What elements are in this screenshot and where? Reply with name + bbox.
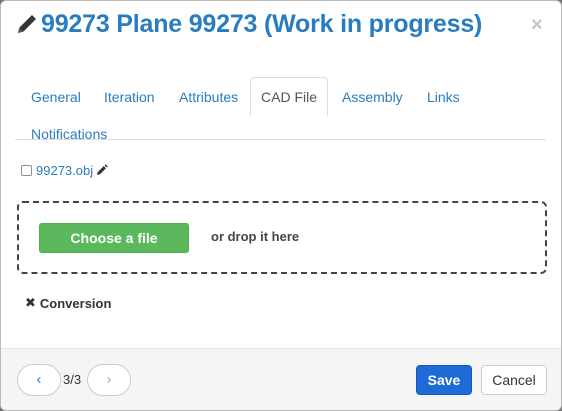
close-button[interactable]: × [531, 13, 543, 37]
previous-button[interactable]: ‹ [17, 364, 61, 396]
conversion-label: Conversion [39, 295, 112, 311]
pencil-icon [18, 15, 36, 33]
drop-hint: or drop it here [211, 229, 300, 244]
file-dropzone[interactable]: Choose a file or drop it here [17, 201, 547, 274]
conversion-status: ✖ Conversion [25, 295, 111, 311]
file-checkbox[interactable] [21, 164, 32, 176]
pager: ‹ 3/3 › [17, 364, 131, 396]
tab-cad-file[interactable]: CAD File [250, 77, 329, 116]
tab-assembly[interactable]: Assembly [331, 77, 414, 115]
file-link[interactable]: 99273.obj [36, 163, 93, 178]
page-count: 3/3 [63, 372, 82, 387]
modal-title: 99273 Plane 99273 (Work in progress) [41, 10, 483, 38]
tab-iteration[interactable]: Iteration [93, 77, 166, 115]
file-row: 99273.obj [21, 160, 108, 180]
tab-links[interactable]: Links [416, 77, 471, 115]
tab-attributes[interactable]: Attributes [168, 77, 249, 115]
modal-body: General Iteration Attributes CAD File As… [1, 53, 561, 348]
modal-header: 99273 Plane 99273 (Work in progress) × [1, 1, 561, 53]
tab-bar: General Iteration Attributes CAD File As… [15, 65, 546, 142]
save-button[interactable]: Save [416, 365, 472, 395]
modal-footer: ‹ 3/3 › Save Cancel [1, 348, 561, 410]
tab-notifications[interactable]: Notifications [20, 114, 118, 152]
modal-dialog: 99273 Plane 99273 (Work in progress) × G… [0, 0, 562, 411]
pencil-icon[interactable] [96, 164, 108, 176]
x-icon: ✖ [25, 295, 36, 310]
tab-general[interactable]: General [20, 77, 92, 115]
cancel-button[interactable]: Cancel [481, 365, 547, 395]
next-button[interactable]: › [87, 364, 131, 396]
choose-file-button[interactable]: Choose a file [39, 223, 189, 253]
